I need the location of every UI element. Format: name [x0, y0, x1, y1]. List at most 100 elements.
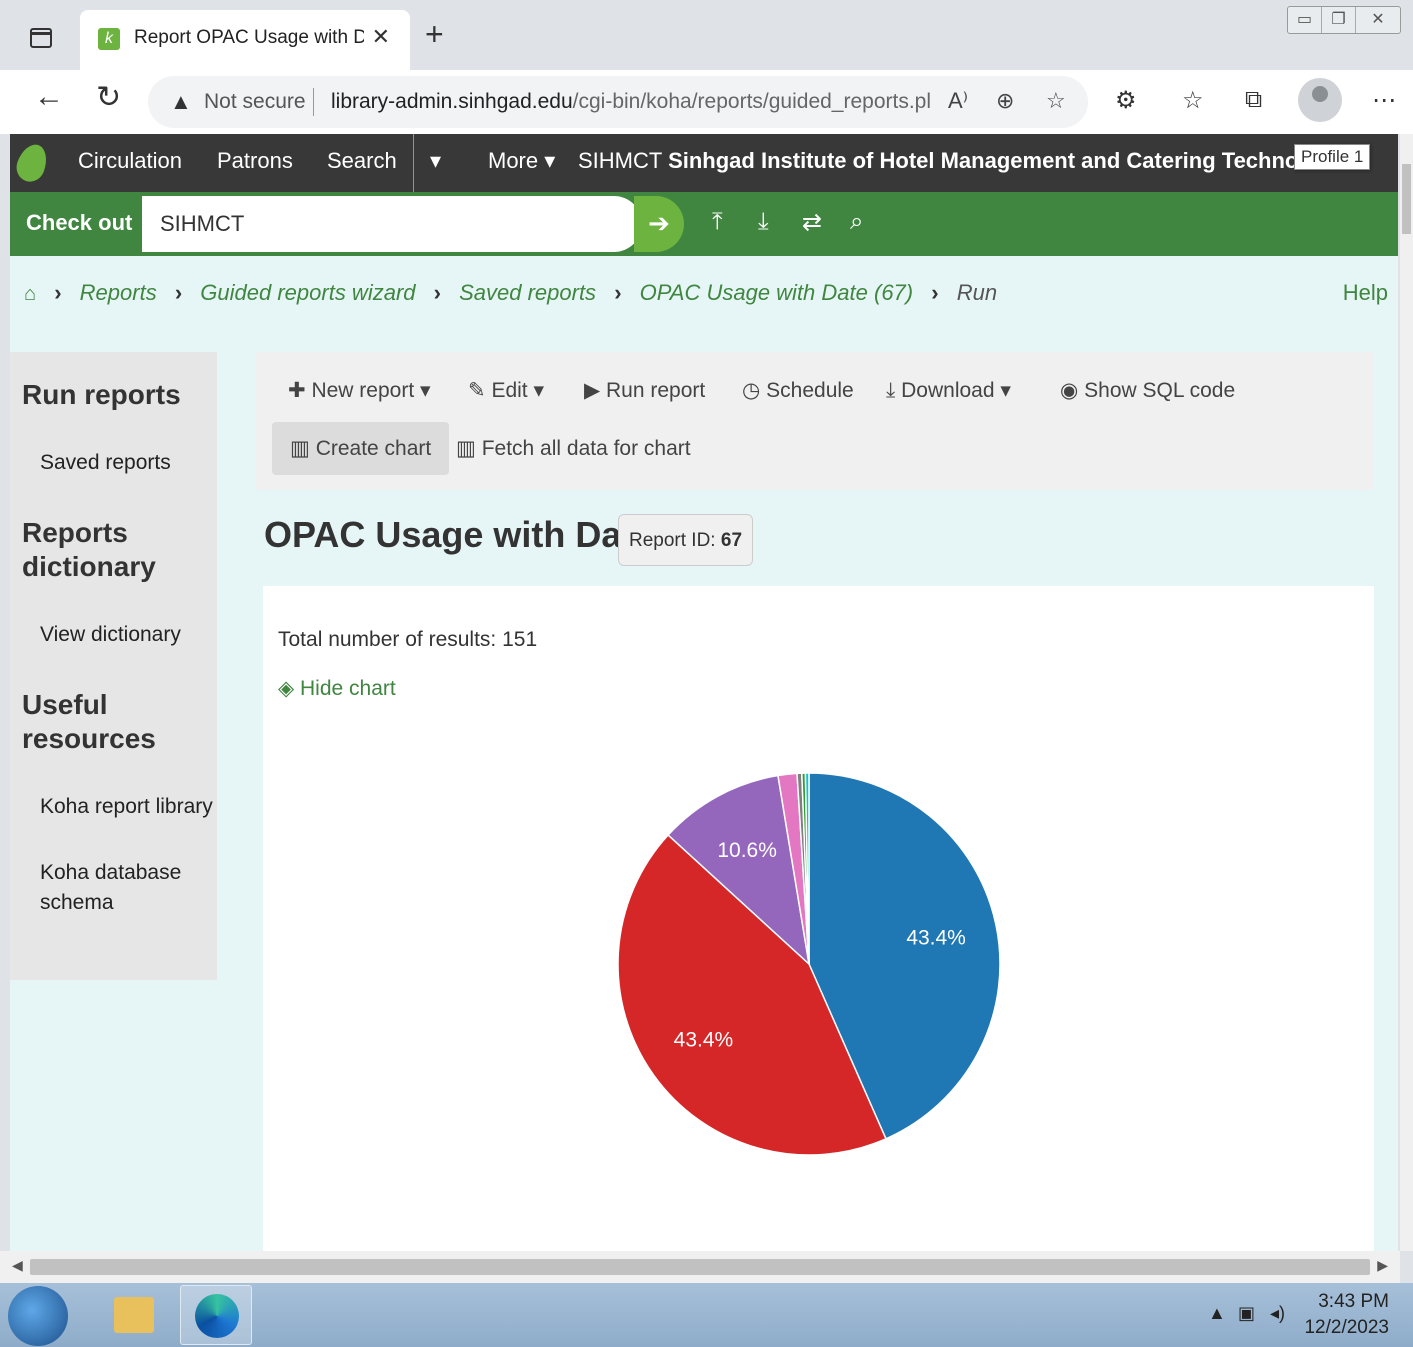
- report-toolbar: ✚ New report ▾ ✎ Edit ▾ ▶ Run report ◷ S…: [256, 352, 1374, 490]
- search-dropdown-caret-icon[interactable]: ▾: [430, 148, 441, 174]
- breadcrumb-sep: ›: [174, 280, 183, 305]
- pie-slice-label-0: 43.4%: [906, 926, 966, 949]
- address-bar[interactable]: ▲ Not secure library-admin.sinhgad.edu/c…: [148, 76, 1088, 128]
- results-panel: Total number of results: 151 ◈ Hide char…: [263, 586, 1374, 1251]
- schedule-button[interactable]: ◷ Schedule: [742, 378, 854, 403]
- home-icon[interactable]: ⌂: [24, 283, 36, 305]
- close-window-icon[interactable]: ✕: [1356, 7, 1400, 33]
- more-options-icon[interactable]: ⋯: [1372, 86, 1396, 115]
- edit-label: Edit: [491, 379, 528, 402]
- file-explorer-app[interactable]: [96, 1285, 168, 1345]
- scrollbar-thumb[interactable]: [30, 1259, 1370, 1275]
- add-favorite-icon[interactable]: ☆: [1046, 88, 1066, 114]
- collections-icon[interactable]: ⧉: [1245, 86, 1262, 114]
- sidebar-item-koha-database-schema[interactable]: Koha database schema: [40, 858, 181, 918]
- run-report-button[interactable]: ▶ Run report: [584, 378, 705, 403]
- breadcrumb-reports[interactable]: Reports: [80, 280, 157, 305]
- hide-chart-link[interactable]: ◈ Hide chart: [278, 676, 396, 701]
- browser-tab-strip: k Report OPAC Usage with Date ( ✕ + ▭ ❐ …: [0, 0, 1413, 70]
- scroll-right-icon[interactable]: ▶: [1377, 1257, 1388, 1274]
- breadcrumb-report[interactable]: OPAC Usage with Date (67): [640, 280, 913, 305]
- vertical-scrollbar[interactable]: [1400, 134, 1413, 1251]
- sidebar-heading-useful-resources: Useful resources: [22, 688, 156, 756]
- taskbar: ▲ ▣ ◂) 3:43 PM 12/2/2023: [0, 1283, 1413, 1347]
- new-report-button[interactable]: ✚ New report ▾: [288, 378, 431, 403]
- read-aloud-icon[interactable]: A⁾: [948, 88, 968, 114]
- total-value: 151: [502, 628, 538, 651]
- address-bar-row: ← ↻ ▲ Not secure library-admin.sinhgad.e…: [0, 70, 1413, 134]
- breadcrumb-sep: ›: [931, 280, 939, 305]
- report-id-badge: Report ID: 67: [618, 514, 754, 566]
- extensions-icon[interactable]: ⚙: [1115, 86, 1137, 115]
- reload-icon[interactable]: ↻: [96, 80, 121, 115]
- eye-slash-icon: ◈: [278, 677, 295, 700]
- breadcrumb-saved-reports[interactable]: Saved reports: [459, 280, 596, 305]
- sidebar-heading-run-reports: Run reports: [22, 379, 181, 410]
- library-name[interactable]: SIHMCT Sinhgad Institute of Hotel Manage…: [578, 148, 1298, 174]
- koha-favicon-icon: k: [98, 28, 120, 50]
- nav-circulation[interactable]: Circulation: [78, 148, 182, 174]
- horizontal-scrollbar[interactable]: ◀ ▶: [0, 1251, 1400, 1283]
- zoom-icon[interactable]: ⊕: [996, 88, 1014, 114]
- divider: [313, 88, 314, 116]
- warning-icon: ▲: [170, 89, 192, 114]
- download-icon[interactable]: ⤓: [758, 208, 769, 236]
- profile-avatar[interactable]: [1298, 78, 1342, 122]
- page-title: OPAC Usage with Date: [264, 514, 654, 555]
- system-clock[interactable]: 3:43 PM 12/2/2023: [1304, 1289, 1389, 1341]
- scroll-left-icon[interactable]: ◀: [12, 1257, 23, 1274]
- tab-title: Report OPAC Usage with Date (: [134, 27, 364, 48]
- tray-expand-icon[interactable]: ▲: [1208, 1303, 1226, 1324]
- download-label: Download: [901, 379, 995, 402]
- scrollbar-thumb[interactable]: [1402, 164, 1411, 234]
- close-tab-icon[interactable]: ✕: [372, 24, 390, 50]
- create-chart-button[interactable]: ▥ Create chart: [272, 422, 450, 475]
- search-icon[interactable]: ⌕: [850, 208, 863, 236]
- sidebar-item-saved-reports[interactable]: Saved reports: [40, 448, 171, 478]
- tab-actions-icon[interactable]: [30, 28, 52, 48]
- sidebar-item-koha-report-library[interactable]: Koha report library: [40, 792, 213, 822]
- network-icon[interactable]: ▣: [1238, 1303, 1255, 1324]
- nav-search[interactable]: Search: [327, 148, 397, 174]
- sidebar-heading-reports-dictionary: Reports dictionary: [22, 516, 156, 584]
- edit-button[interactable]: ✎ Edit ▾: [468, 378, 544, 403]
- start-button-icon[interactable]: [8, 1286, 68, 1346]
- new-report-label: New report: [311, 379, 415, 402]
- create-chart-label: Create chart: [315, 437, 432, 460]
- upload-icon[interactable]: ⤒: [712, 208, 723, 236]
- schedule-label: Schedule: [766, 379, 854, 402]
- submit-arrow-icon[interactable]: ➔: [634, 196, 684, 252]
- browser-tab[interactable]: k Report OPAC Usage with Date ( ✕: [80, 10, 410, 70]
- eye-icon: ◉: [1060, 379, 1079, 402]
- download-button[interactable]: ⤓ Download ▾: [886, 378, 1011, 403]
- url-text[interactable]: library-admin.sinhgad.edu/cgi-bin/koha/r…: [331, 90, 931, 114]
- checkout-input[interactable]: SIHMCT: [142, 196, 642, 252]
- show-sql-button[interactable]: ◉ Show SQL code: [1060, 378, 1235, 403]
- pie-slice-label-1: 43.4%: [674, 1029, 734, 1052]
- renew-icon[interactable]: ⇄: [802, 208, 822, 237]
- new-tab-icon[interactable]: +: [425, 18, 444, 50]
- checkout-label[interactable]: Check out: [26, 210, 132, 236]
- minimize-icon[interactable]: ▭: [1288, 7, 1322, 33]
- not-secure-label: Not secure: [204, 90, 306, 113]
- koha-logo-icon[interactable]: [12, 140, 52, 186]
- url-host: library-admin.sinhgad.edu: [331, 90, 573, 113]
- edge-app[interactable]: [180, 1285, 252, 1345]
- fetch-all-label: Fetch all data for chart: [481, 437, 691, 460]
- breadcrumb-guided-reports[interactable]: Guided reports wizard: [200, 280, 415, 305]
- nav-more[interactable]: More ▾: [488, 148, 555, 174]
- back-icon[interactable]: ←: [34, 80, 64, 114]
- nav-patrons[interactable]: Patrons: [217, 148, 293, 174]
- total-results: Total number of results: 151: [278, 628, 537, 652]
- breadcrumb-sep: ›: [54, 280, 62, 305]
- sidebar-item-view-dictionary[interactable]: View dictionary: [40, 620, 181, 650]
- clock-icon: ◷: [742, 379, 761, 402]
- pencil-icon: ✎: [468, 379, 486, 402]
- favorites-icon[interactable]: ☆: [1182, 86, 1204, 115]
- restore-icon[interactable]: ❐: [1322, 7, 1356, 33]
- nav-divider: [413, 134, 414, 192]
- help-link[interactable]: Help: [1343, 280, 1388, 306]
- volume-icon[interactable]: ◂): [1270, 1303, 1285, 1324]
- heading-line: dictionary: [22, 551, 156, 582]
- fetch-all-data-button[interactable]: ▥ Fetch all data for chart: [456, 436, 691, 461]
